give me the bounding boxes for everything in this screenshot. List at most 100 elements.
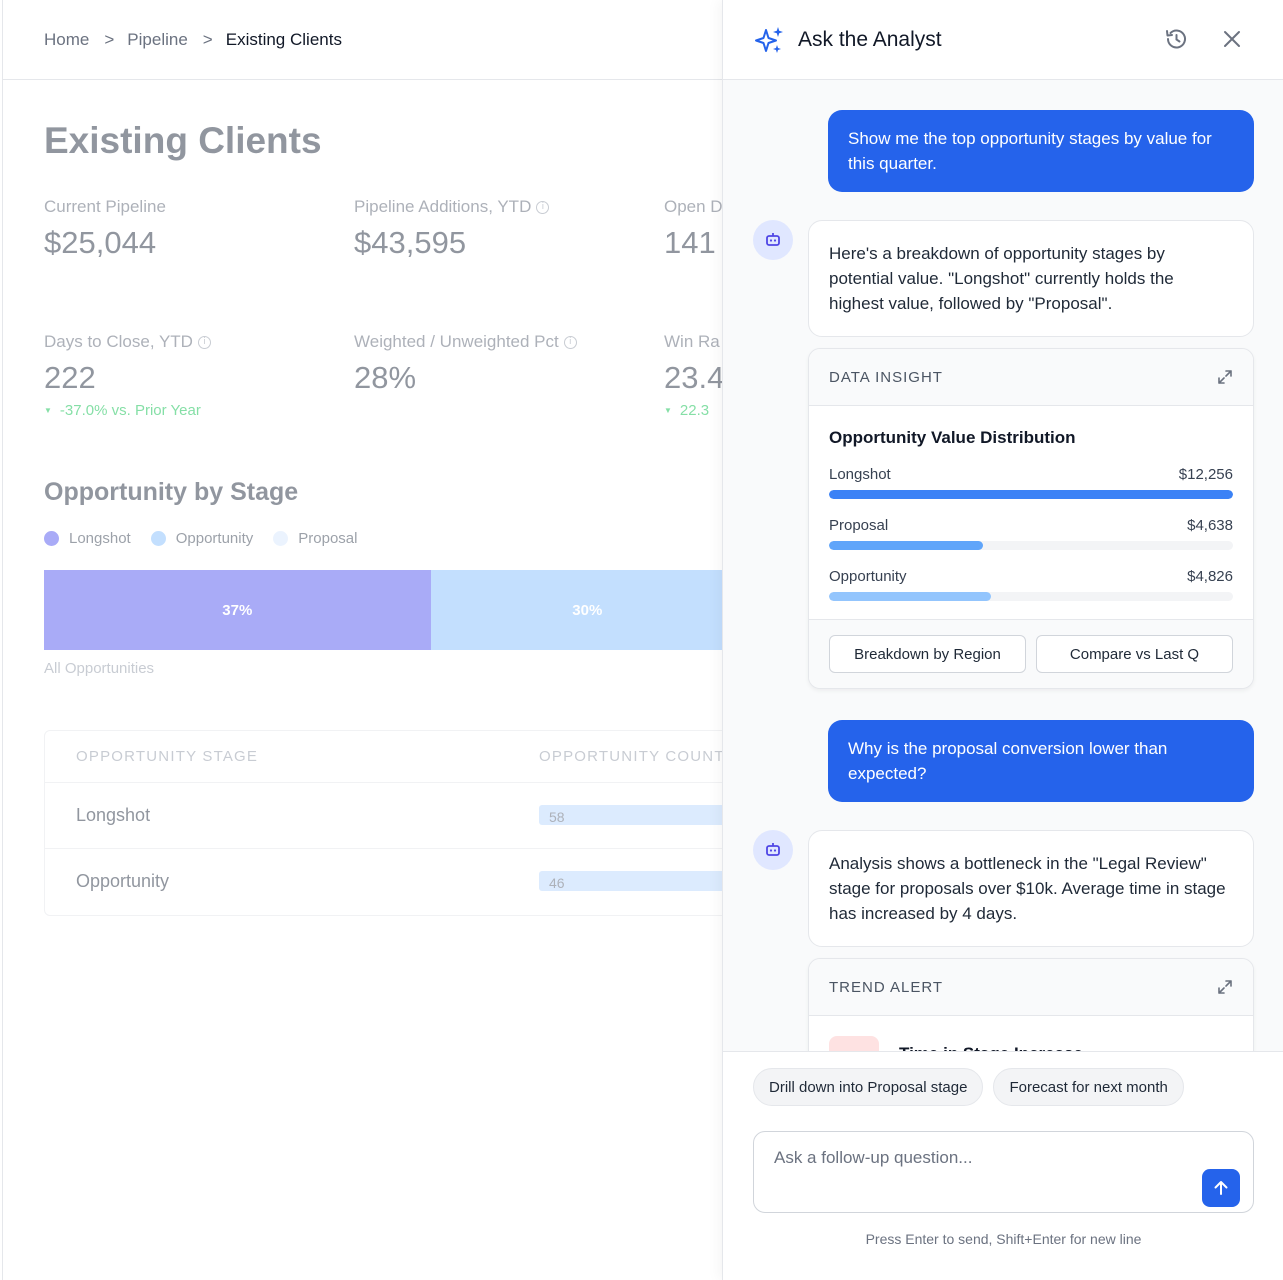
user-message: Show me the top opportunity stages by va… — [828, 110, 1254, 192]
count-value: 46 — [549, 875, 565, 891]
expand-icon[interactable] — [1217, 979, 1233, 995]
suggestion-chip-drill-down[interactable]: Drill down into Proposal stage — [753, 1068, 984, 1106]
count-value: 58 — [549, 809, 565, 825]
card-actions: Breakdown by Region Compare vs Last Q — [809, 619, 1253, 688]
legend-swatch — [44, 531, 59, 546]
metric-current-pipeline: Current Pipeline $25,044 — [44, 197, 166, 261]
legend-swatch — [273, 531, 289, 546]
info-icon[interactable]: i — [536, 200, 550, 214]
stack-segment-longshot[interactable]: 37% — [44, 570, 431, 650]
progress-track — [829, 490, 1233, 499]
bot-avatar — [753, 830, 793, 870]
column-header-count[interactable]: OPPORTUNITY COUNT — [539, 748, 722, 765]
analyst-panel: Ask the Analyst Show me the top opportun… — [722, 0, 1283, 1280]
count-bar: 46 — [539, 871, 722, 891]
metric-label: Weighted / Unweighted Pct i — [354, 332, 577, 352]
card-body: Opportunity Value Distribution Longshot $… — [809, 406, 1253, 601]
card-header-label: DATA INSIGHT — [829, 368, 943, 386]
alert-icon: ▲ — [829, 1036, 879, 1051]
legend-swatch — [150, 531, 166, 546]
table-row[interactable]: Longshot 58 — [45, 783, 722, 849]
info-icon[interactable]: i — [563, 335, 577, 349]
compare-vs-last-q-button[interactable]: Compare vs Last Q — [1036, 635, 1233, 673]
breadcrumb-pipeline[interactable]: Pipeline — [127, 30, 188, 50]
value-distribution: Longshot $12,256 Proposal $4,638 Opportuni… — [829, 466, 1233, 601]
assistant-message: Analysis shows a bottleneck in the "Lega… — [808, 830, 1254, 947]
trend-down-icon: ▼ — [664, 406, 672, 415]
metric-label: Open D — [664, 197, 722, 216]
row-label: Proposal — [829, 517, 889, 534]
distribution-row: Proposal $4,638 — [829, 517, 1233, 550]
metric-label: Days to Close, YTD i — [44, 332, 211, 352]
metric-weighted-pct: Weighted / Unweighted Pct i 28% — [354, 332, 577, 396]
close-icon[interactable] — [1220, 27, 1244, 51]
insight-card: DATA INSIGHT Opportunity Value Distribut… — [808, 348, 1254, 689]
row-value: $12,256 — [1178, 466, 1233, 483]
follow-up-input-box — [753, 1131, 1254, 1213]
card-header: DATA INSIGHT — [809, 349, 1253, 406]
metric-open-deals: Open D 141 — [664, 197, 722, 261]
breadcrumb: Home > Pipeline > Existing Clients — [3, 0, 722, 80]
metric-win-rate: Win Ra 23.4 ▼ 22.3 — [664, 332, 722, 419]
metric-label: Win Ra — [664, 332, 720, 351]
robot-icon — [766, 843, 780, 856]
metric-value: 28% — [354, 360, 417, 395]
trend-down-icon: ▼ — [44, 406, 52, 415]
history-icon[interactable] — [1163, 26, 1189, 52]
metric-value: 141 — [664, 225, 716, 260]
assistant-message: Here's a breakdown of opportunity stages… — [808, 220, 1254, 337]
dashboard: Home > Pipeline > Existing Clients Exist… — [2, 0, 722, 1280]
info-icon[interactable]: i — [197, 335, 211, 349]
breadcrumb-separator: > — [202, 29, 213, 49]
progress-track — [829, 592, 1233, 601]
distribution-row: Opportunity $4,826 — [829, 568, 1233, 601]
metric-value: 222 — [44, 360, 96, 395]
metric-label: Pipeline Additions, YTD i — [354, 197, 550, 217]
card-title: Opportunity Value Distribution — [829, 428, 1076, 447]
row-label: Opportunity — [829, 568, 907, 585]
legend-item-opportunity: Opportunity — [150, 530, 253, 547]
metric-label: Current Pipeline — [44, 197, 166, 216]
metric-value: 23.4 — [664, 360, 722, 395]
breadcrumb-separator: > — [104, 29, 115, 49]
bot-avatar — [753, 220, 793, 260]
breadcrumb-current: Existing Clients — [225, 29, 342, 49]
row-label: Longshot — [829, 466, 891, 483]
suggestion-chips: Drill down into Proposal stage Forecast … — [753, 1068, 1184, 1106]
metric-value: $43,595 — [354, 225, 467, 260]
arrow-up-icon — [1214, 1181, 1228, 1195]
sparkles-icon — [755, 27, 783, 53]
card-title: Time in Stage Increase — [899, 1036, 1083, 1051]
column-header-stage[interactable]: OPPORTUNITY STAGE — [76, 748, 258, 765]
page-title: Existing Clients — [44, 120, 322, 161]
send-button[interactable] — [1202, 1169, 1240, 1207]
metric-value: $25,044 — [44, 225, 157, 260]
progress-track — [829, 541, 1233, 550]
follow-up-input[interactable] — [774, 1148, 1194, 1198]
row-value: $4,638 — [1187, 517, 1233, 534]
chat-scroll-area[interactable]: Show me the top opportunity stages by va… — [723, 81, 1283, 1051]
breakdown-by-region-button[interactable]: Breakdown by Region — [829, 635, 1026, 673]
stack-segment-opportunity[interactable]: 30% — [430, 570, 722, 650]
card-header: TREND ALERT — [809, 959, 1253, 1016]
panel-title: Ask the Analyst — [798, 28, 942, 51]
expand-icon[interactable] — [1217, 369, 1233, 385]
composer: Drill down into Proposal stage Forecast … — [723, 1051, 1283, 1280]
card-header-label: TREND ALERT — [829, 978, 944, 996]
count-bar: 58 — [539, 805, 722, 825]
row-value: $4,826 — [1187, 568, 1233, 585]
stack-caption: All Opportunities — [44, 660, 155, 677]
breadcrumb-home[interactable]: Home — [44, 30, 89, 50]
table-row[interactable]: Opportunity 46 — [45, 849, 722, 915]
legend-item-longshot: Longshot — [44, 530, 131, 547]
table-header: OPPORTUNITY STAGE OPPORTUNITY COUNT — [45, 731, 722, 783]
trend-alert-card: TREND ALERT ▲ Time in Stage Increase — [808, 958, 1254, 1051]
stacked-bar: 37% 30% — [44, 570, 722, 650]
progress-fill — [829, 592, 991, 601]
metric-delta: ▼ 22.3 — [664, 402, 710, 419]
suggestion-chip-forecast[interactable]: Forecast for next month — [993, 1068, 1184, 1106]
progress-fill — [829, 541, 983, 550]
card-body: ▲ Time in Stage Increase — [809, 1016, 1253, 1051]
input-hint: Press Enter to send, Shift+Enter for new… — [865, 1231, 1142, 1247]
robot-icon — [766, 233, 780, 246]
